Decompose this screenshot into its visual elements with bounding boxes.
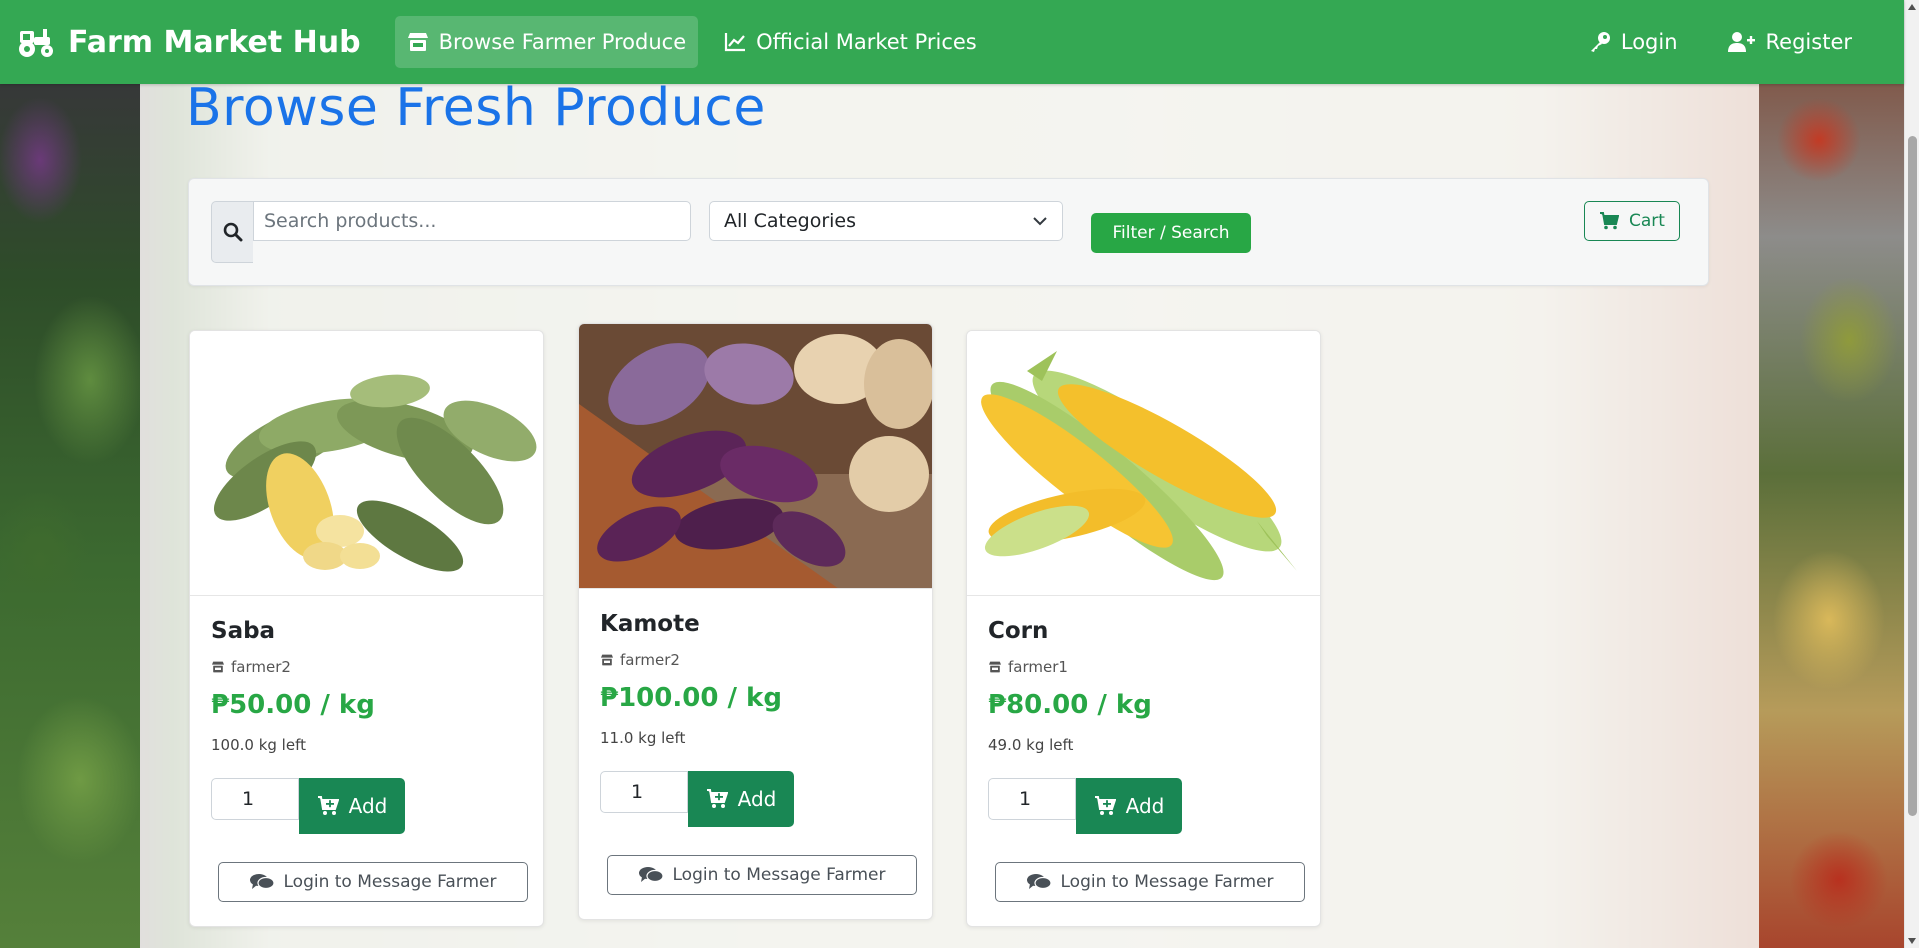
card-body: Corn farmer1 ₱80.00 / kg 49.0 kg left 1 … — [967, 596, 1320, 926]
search-icon — [223, 222, 242, 242]
cart-button[interactable]: Cart — [1584, 201, 1680, 241]
message-label: Login to Message Farmer — [283, 872, 497, 892]
comments-icon — [638, 867, 663, 883]
product-stock: 49.0 kg left — [988, 736, 1074, 754]
brand[interactable]: Farm Market Hub — [16, 25, 361, 60]
add-to-cart-button[interactable]: Add — [1076, 778, 1182, 834]
chevron-down-icon — [1033, 217, 1047, 226]
comments-icon — [1026, 874, 1051, 890]
product-image-sweet-potato — [579, 324, 932, 589]
nav-market-label: Official Market Prices — [756, 30, 977, 54]
search-input[interactable] — [253, 201, 691, 241]
search-group — [211, 201, 691, 263]
message-farmer-button[interactable]: Login to Message Farmer — [995, 862, 1305, 902]
add-to-cart-button[interactable]: Add — [299, 778, 405, 834]
login-link[interactable]: Login — [1577, 16, 1690, 68]
product-card: Corn farmer1 ₱80.00 / kg 49.0 kg left 1 … — [966, 330, 1321, 927]
tractor-icon — [19, 29, 53, 57]
store-icon — [989, 661, 1001, 673]
card-body: Saba farmer2 ₱50.00 / kg 100.0 kg left 1… — [190, 596, 543, 926]
product-name: Kamote — [600, 611, 700, 637]
register-link[interactable]: Register — [1716, 16, 1864, 68]
message-label: Login to Message Farmer — [672, 865, 886, 885]
store-icon — [407, 33, 428, 51]
product-card: Saba farmer2 ₱50.00 / kg 100.0 kg left 1… — [189, 330, 544, 927]
cart-icon — [1600, 212, 1620, 230]
quantity-input[interactable] — [211, 778, 299, 820]
scrollbar-thumb[interactable] — [1908, 136, 1917, 816]
farmer-name: farmer2 — [231, 658, 291, 676]
product-image-corn — [967, 331, 1320, 596]
key-icon — [1590, 32, 1610, 52]
nav-market-prices[interactable]: Official Market Prices — [712, 16, 989, 68]
cart-label: Cart — [1629, 211, 1665, 231]
filter-search-button[interactable]: Filter / Search — [1091, 213, 1251, 253]
scroll-down-arrow[interactable] — [1908, 938, 1916, 944]
quantity-input[interactable] — [988, 778, 1076, 820]
category-selected: All Categories — [724, 210, 857, 232]
comments-icon — [249, 874, 274, 890]
quantity-input[interactable] — [600, 771, 688, 813]
message-farmer-button[interactable]: Login to Message Farmer — [218, 862, 528, 902]
page-title: Browse Fresh Produce — [186, 78, 766, 138]
add-to-cart-row: Add — [600, 771, 911, 827]
product-image-plantain — [190, 331, 543, 596]
store-icon — [212, 661, 224, 673]
add-to-cart-row: Add — [988, 778, 1299, 834]
product-card: Kamote farmer2 ₱100.00 / kg 11.0 kg left — [578, 323, 933, 920]
farmer-name: farmer1 — [1008, 658, 1068, 676]
product-price: ₱50.00 / kg — [211, 690, 375, 720]
filter-card: All Categories Filter / Search Cart — [188, 178, 1709, 286]
nav-browse-label: Browse Farmer Produce — [438, 30, 687, 54]
brand-name: Farm Market Hub — [68, 24, 361, 60]
category-select[interactable]: All Categories — [709, 201, 1063, 241]
product-stock: 100.0 kg left — [211, 736, 306, 754]
add-to-cart-row: Add — [211, 778, 522, 834]
nav-browse-produce[interactable]: Browse Farmer Produce — [394, 16, 699, 68]
product-price: ₱80.00 / kg — [988, 690, 1152, 720]
scroll-up-arrow[interactable] — [1908, 4, 1916, 10]
register-label: Register — [1765, 30, 1852, 54]
user-plus-icon — [1727, 32, 1755, 52]
product-farmer: farmer1 — [988, 658, 1299, 676]
chart-line-icon — [725, 33, 746, 52]
farmer-name: farmer2 — [620, 651, 680, 669]
login-label: Login — [1620, 30, 1678, 54]
product-farmer: farmer2 — [211, 658, 522, 676]
cart-plus-icon — [706, 789, 728, 808]
add-label: Add — [1125, 794, 1165, 818]
add-label: Add — [737, 787, 777, 811]
message-label: Login to Message Farmer — [1060, 872, 1274, 892]
product-price: ₱100.00 / kg — [600, 683, 782, 713]
message-farmer-button[interactable]: Login to Message Farmer — [607, 855, 917, 895]
navbar: Farm Market Hub Browse Farmer Produce Of… — [0, 0, 1904, 84]
add-to-cart-button[interactable]: Add — [688, 771, 794, 827]
store-icon — [601, 654, 613, 666]
page-scrollbar[interactable] — [1904, 0, 1919, 948]
card-body: Kamote farmer2 ₱100.00 / kg 11.0 kg left — [579, 589, 932, 919]
add-label: Add — [348, 794, 388, 818]
cart-plus-icon — [317, 796, 339, 815]
product-name: Saba — [211, 618, 276, 644]
product-farmer: farmer2 — [600, 651, 911, 669]
product-stock: 11.0 kg left — [600, 729, 686, 747]
search-addon — [211, 201, 253, 263]
product-name: Corn — [988, 618, 1049, 644]
background-left — [0, 0, 140, 948]
cart-plus-icon — [1094, 796, 1116, 815]
background-right — [1759, 0, 1919, 948]
